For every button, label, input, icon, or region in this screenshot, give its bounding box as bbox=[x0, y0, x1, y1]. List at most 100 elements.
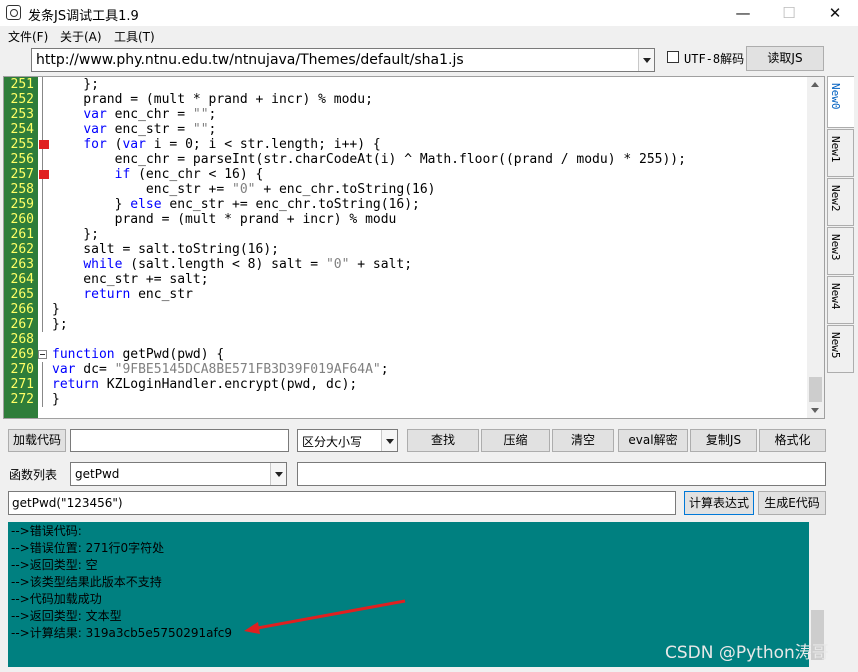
utf8-checkbox[interactable] bbox=[667, 51, 679, 63]
case-select-dropdown-icon[interactable] bbox=[381, 430, 397, 451]
output-line: -->错误代码: bbox=[11, 524, 82, 538]
menu-file[interactable]: 文件(F) bbox=[8, 28, 48, 45]
code-line: prand = (mult * prand + incr) % modu; bbox=[52, 92, 373, 107]
title-bar: 发条JS调试工具1.9 — ☐ ✕ bbox=[0, 0, 858, 26]
tab-new0[interactable]: New0 bbox=[827, 76, 854, 128]
format-button[interactable]: 格式化 bbox=[759, 429, 826, 452]
close-button[interactable]: ✕ bbox=[812, 0, 858, 26]
load-js-button[interactable]: 读取JS bbox=[746, 46, 824, 71]
output-line: -->代码加载成功 bbox=[11, 592, 102, 606]
output-line: -->返回类型: 空 bbox=[11, 558, 98, 572]
line-number: 258 bbox=[10, 182, 34, 197]
output-line: -->该类型结果此版本不支持 bbox=[11, 575, 162, 589]
tab-new3[interactable]: New3 bbox=[827, 227, 854, 275]
code-line: enc_str += salt; bbox=[52, 272, 209, 287]
output-line: -->错误位置: 271行0字符处 bbox=[11, 541, 165, 555]
fold-guide bbox=[38, 347, 48, 362]
minimize-button[interactable]: — bbox=[720, 0, 766, 26]
function-list-select[interactable]: getPwd bbox=[70, 462, 287, 486]
find-button[interactable]: 查找 bbox=[407, 429, 479, 452]
line-number: 261 bbox=[10, 227, 34, 242]
fold-guide bbox=[38, 122, 48, 137]
fold-guide bbox=[38, 287, 48, 302]
line-number: 256 bbox=[10, 152, 34, 167]
scroll-up-arrow-icon[interactable] bbox=[811, 82, 819, 87]
line-number: 251 bbox=[10, 77, 34, 92]
url-value: http://www.phy.ntnu.edu.tw/ntnujava/Them… bbox=[36, 52, 464, 68]
fold-guide bbox=[38, 272, 48, 287]
window-title: 发条JS调试工具1.9 bbox=[28, 9, 139, 24]
copy-js-button[interactable]: 复制JS bbox=[690, 429, 757, 452]
function-detail-input[interactable] bbox=[297, 462, 826, 486]
breakpoint-marker-icon[interactable] bbox=[39, 140, 49, 149]
fold-guide bbox=[38, 92, 48, 107]
line-number: 253 bbox=[10, 107, 34, 122]
tab-new2[interactable]: New2 bbox=[827, 178, 854, 226]
fold-toggle-icon[interactable] bbox=[38, 350, 47, 359]
url-dropdown-button[interactable] bbox=[638, 49, 654, 71]
scroll-thumb[interactable] bbox=[809, 377, 822, 402]
line-number: 266 bbox=[10, 302, 34, 317]
code-line: prand = (mult * prand + incr) % modu bbox=[52, 212, 397, 227]
fold-guide bbox=[38, 242, 48, 257]
tab-new4[interactable]: New4 bbox=[827, 276, 854, 324]
menu-bar: 文件(F) 关于(A) 工具(T) bbox=[0, 26, 858, 46]
line-number: 272 bbox=[10, 392, 34, 407]
line-number: 269 bbox=[10, 347, 34, 362]
code-line: enc_str += "0" + enc_chr.toString(16) bbox=[52, 182, 436, 197]
code-line: for (var i = 0; i < str.length; i++) { bbox=[83, 137, 381, 152]
code-editor[interactable]: 251 252 253 254 255 256 257 258 259 260 261 262 263 2… bbox=[3, 76, 825, 419]
output-line: -->返回类型: 文本型 bbox=[11, 609, 122, 623]
line-number: 255 bbox=[10, 137, 34, 152]
compress-button[interactable]: 压缩 bbox=[481, 429, 550, 452]
line-number: 254 bbox=[10, 122, 34, 137]
function-list-label: 函数列表 bbox=[9, 468, 58, 482]
tab-new5[interactable]: New5 bbox=[827, 325, 854, 373]
fold-guide bbox=[38, 152, 48, 167]
line-number: 271 bbox=[10, 377, 34, 392]
case-select[interactable]: 区分大小写 bbox=[297, 429, 398, 452]
scroll-down-arrow-icon[interactable] bbox=[811, 408, 819, 413]
line-number: 259 bbox=[10, 197, 34, 212]
code-line: }; bbox=[52, 317, 68, 332]
menu-about[interactable]: 关于(A) bbox=[60, 28, 102, 45]
app-icon bbox=[6, 5, 21, 20]
fold-guide bbox=[38, 107, 48, 122]
fold-guide bbox=[38, 182, 48, 197]
load-code-button[interactable]: 加载代码 bbox=[8, 429, 66, 452]
line-number: 262 bbox=[10, 242, 34, 257]
line-number: 252 bbox=[10, 92, 34, 107]
clear-button[interactable]: 清空 bbox=[552, 429, 614, 452]
fold-guide bbox=[38, 212, 48, 227]
code-line: } else enc_str += enc_chr.toString(16); bbox=[52, 197, 420, 212]
watermark: CSDN @Python涛哥 bbox=[665, 643, 829, 663]
load-code-input[interactable] bbox=[70, 429, 289, 452]
line-number: 268 bbox=[10, 332, 34, 347]
code-line: return KZLoginHandler.encrypt(pwd, dc); bbox=[52, 377, 358, 392]
fold-guide bbox=[38, 257, 48, 272]
editor-scrollbar[interactable] bbox=[807, 77, 824, 418]
output-line: -->计算结果: 319a3cb5e5750291afc9 bbox=[11, 626, 232, 640]
line-number: 270 bbox=[10, 362, 34, 377]
tab-new1[interactable]: New1 bbox=[827, 129, 854, 177]
code-text[interactable]: }; prand = (mult * prand + incr) % modu;… bbox=[52, 77, 812, 418]
expression-input[interactable]: getPwd("123456") bbox=[8, 491, 676, 515]
menu-tools[interactable]: 工具(T) bbox=[114, 28, 155, 45]
generate-ecode-button[interactable]: 生成E代码 bbox=[758, 491, 826, 515]
function-list-dropdown-icon[interactable] bbox=[270, 463, 286, 485]
code-line: if (enc_chr < 16) { bbox=[114, 167, 264, 182]
line-number: 260 bbox=[10, 212, 34, 227]
code-line: }; bbox=[52, 77, 99, 92]
eval-decode-button[interactable]: eval解密 bbox=[618, 429, 688, 452]
code-line: var enc_chr = ""; bbox=[83, 107, 217, 122]
maximize-button[interactable]: ☐ bbox=[766, 0, 812, 26]
code-line: while (salt.length < 8) salt = "0" + sal… bbox=[83, 257, 413, 272]
url-combobox[interactable]: http://www.phy.ntnu.edu.tw/ntnujava/Them… bbox=[31, 48, 655, 72]
code-line: var enc_str = ""; bbox=[83, 122, 217, 137]
breakpoint-marker-icon[interactable] bbox=[39, 170, 49, 179]
fold-guide bbox=[38, 77, 48, 92]
calculate-expression-button[interactable]: 计算表达式 bbox=[684, 491, 754, 515]
code-line: function getPwd(pwd) { bbox=[52, 347, 225, 362]
line-number: 265 bbox=[10, 287, 34, 302]
fold-guide bbox=[38, 332, 48, 347]
